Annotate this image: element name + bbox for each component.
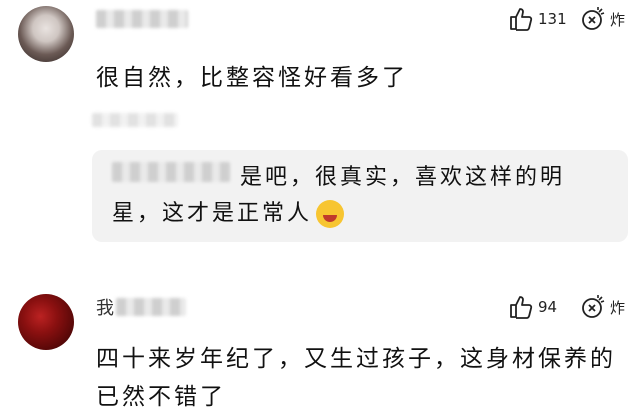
reply-text-container: 是吧，很真实，喜欢这样的明星，这才是正常人	[112, 160, 612, 232]
comment-text: 四十来岁年纪了，又生过孩子，这身材保养的已然不错了	[96, 346, 616, 410]
username-blurred[interactable]	[96, 8, 188, 30]
username-blurred[interactable]: 我	[96, 296, 186, 319]
reply-box[interactable]: 是吧，很真实，喜欢这样的明星，这才是正常人	[92, 150, 628, 242]
comment-text: 很自然，比整容怪好看多了	[96, 65, 408, 91]
username-redacted	[96, 10, 188, 28]
avatar[interactable]	[18, 6, 74, 62]
laughing-emoji-icon	[316, 200, 345, 228]
username-visible-part: 我	[96, 298, 114, 319]
dislike-label: 炸	[610, 298, 626, 317]
dislike-button[interactable]: 炸	[580, 294, 625, 320]
like-button[interactable]: 131	[508, 6, 567, 32]
like-count: 94	[538, 298, 558, 316]
comment-meta-blurred	[92, 112, 178, 131]
like-button[interactable]: 94	[508, 294, 557, 320]
avatar[interactable]	[18, 294, 74, 350]
bomb-icon	[582, 295, 605, 318]
dislike-label: 炸	[610, 10, 626, 29]
dislike-button[interactable]: 炸	[580, 6, 625, 32]
like-count: 131	[538, 10, 567, 28]
thumbs-up-icon	[510, 296, 533, 319]
username-redacted	[116, 298, 186, 316]
bomb-icon	[582, 7, 605, 30]
thumbs-up-icon	[510, 8, 533, 31]
